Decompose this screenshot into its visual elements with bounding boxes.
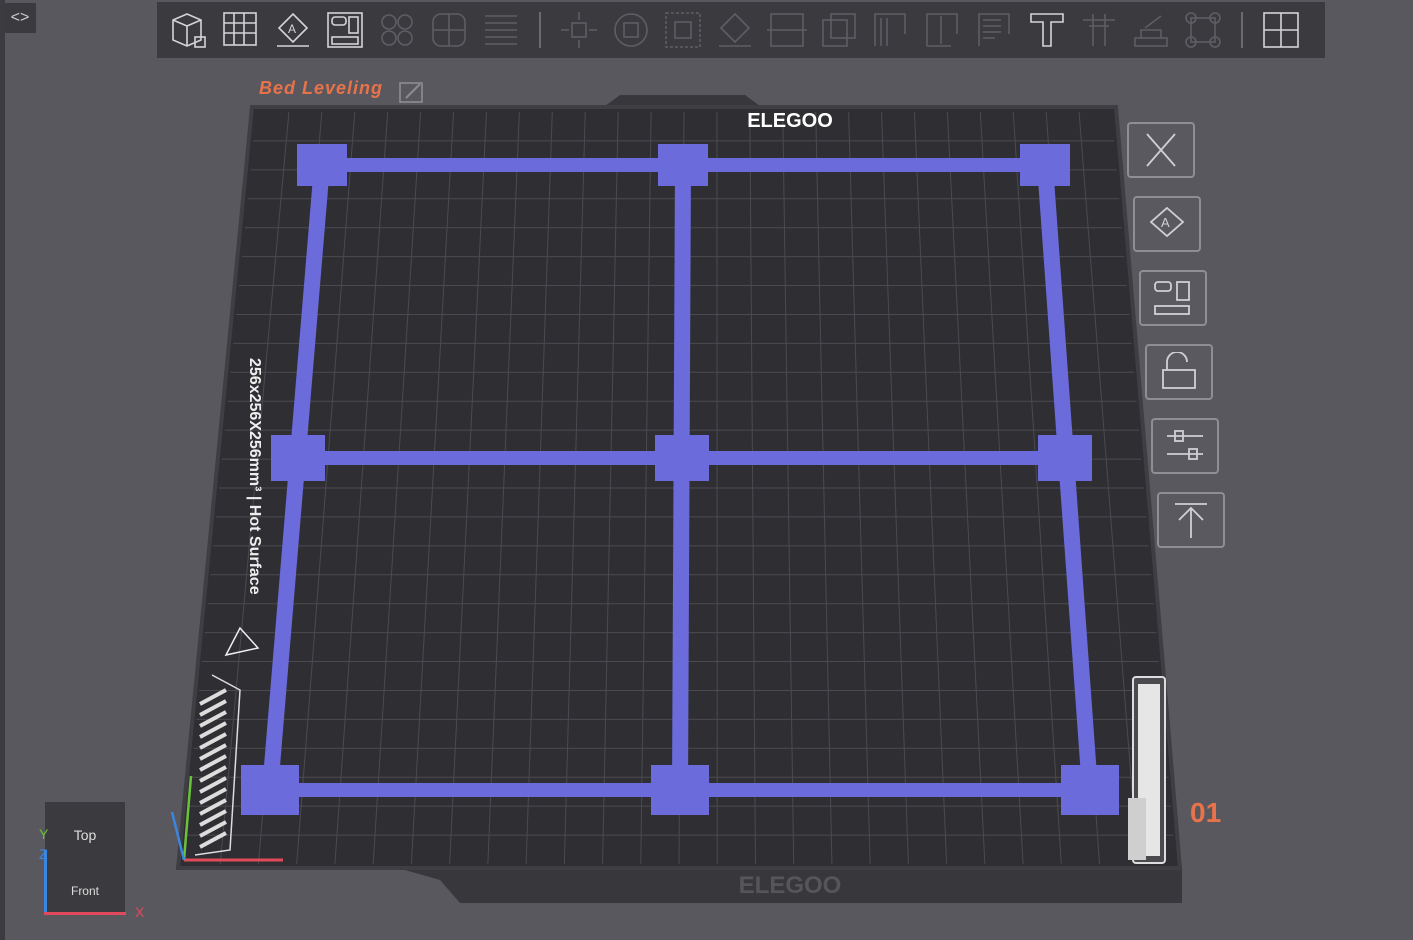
- plate-settings-button[interactable]: [1151, 418, 1219, 474]
- bed-spec-label: 256x256X256mm³ | Hot Surface: [246, 358, 263, 595]
- move-to-top-button[interactable]: [1157, 492, 1225, 548]
- unlock-icon: [1162, 352, 1196, 389]
- x-axis: [44, 912, 126, 915]
- view-cube-front[interactable]: Front: [45, 884, 125, 898]
- orient-plate-button[interactable]: A: [1133, 196, 1201, 252]
- svg-text:A: A: [1161, 215, 1170, 230]
- auto-orient-icon: A: [1149, 206, 1185, 238]
- brand-logo-top: ELEGOO: [747, 110, 833, 132]
- sliders-icon: [1167, 430, 1203, 460]
- lock-plate-button[interactable]: [1145, 344, 1213, 400]
- right-toolbar: A: [1127, 122, 1225, 548]
- leveling-pad: [271, 435, 325, 481]
- delete-plate-button[interactable]: [1127, 122, 1195, 178]
- close-icon: [1146, 133, 1176, 167]
- leveling-pad: [297, 144, 347, 186]
- layer-slider-handle[interactable]: [1128, 798, 1146, 860]
- y-axis-label: Y: [39, 826, 49, 842]
- view-cube-top[interactable]: Top: [45, 827, 125, 843]
- z-axis-label: Z: [39, 846, 48, 862]
- view-cube[interactable]: Top Front: [45, 802, 125, 912]
- leveling-pad: [1038, 435, 1092, 481]
- leveling-pad: [658, 144, 708, 186]
- leveling-pad: [241, 765, 299, 815]
- arrow-up-icon: [1175, 503, 1207, 538]
- leveling-pad: [651, 765, 709, 815]
- leveling-pad: [655, 435, 709, 481]
- x-axis-label: X: [135, 904, 145, 920]
- layer-slider[interactable]: [1128, 676, 1166, 864]
- brand-logo-bottom: ELEGOO: [739, 872, 842, 899]
- arrange-icon: [1154, 281, 1190, 315]
- leveling-pad: [1061, 765, 1119, 815]
- leveling-pad: [1020, 144, 1070, 186]
- layer-number: 01: [1190, 797, 1222, 828]
- arrange-plate-button[interactable]: [1139, 270, 1207, 326]
